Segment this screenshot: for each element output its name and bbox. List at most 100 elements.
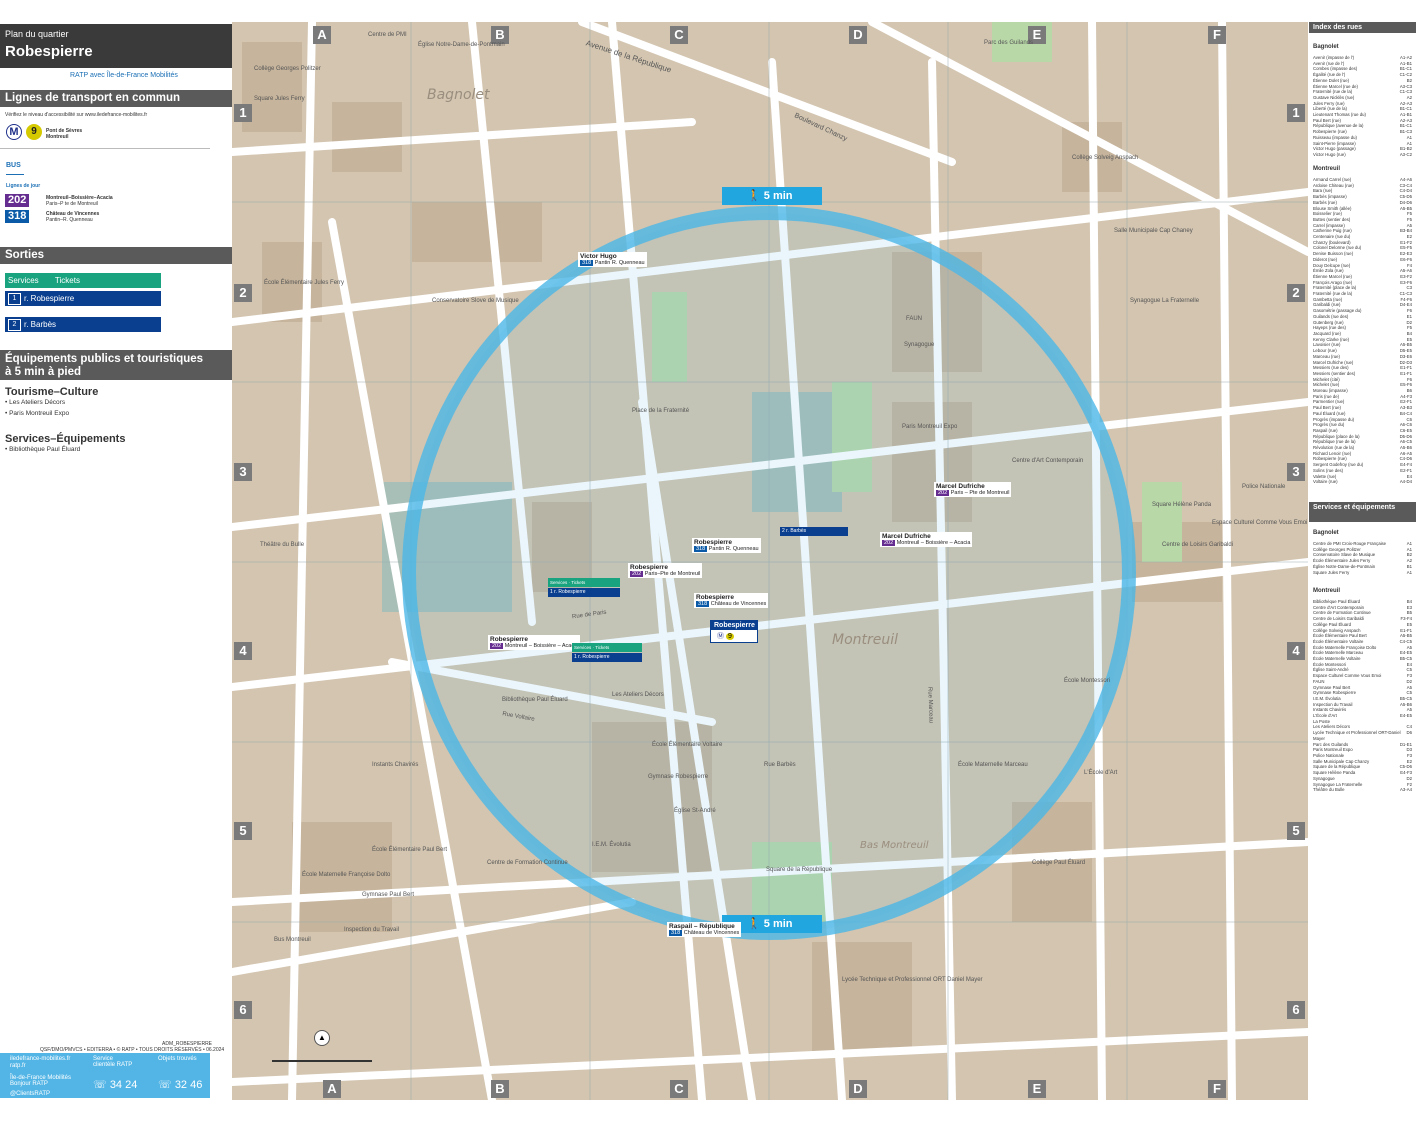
label-parc-guilands: Parc des Guilands	[984, 40, 1034, 46]
label-synagogue-fraternelle: Synagogue La Fraternelle	[1130, 298, 1200, 304]
robespierre-station-box[interactable]: Robespierre Ⓜ 9	[710, 620, 758, 643]
map-exit-2[interactable]: 2 r. Barbès	[780, 527, 848, 536]
index-entry: Théâtre du Bulle A3-A4	[1313, 787, 1412, 793]
tourism-item: • Paris Montreuil Expo	[5, 410, 70, 417]
web-link-2[interactable]: ratp.fr	[10, 1063, 26, 1069]
tickets-label: Tickets	[54, 276, 80, 285]
bus-stop-marcel-dufriche-e[interactable]: Marcel Dufriche 202 Montreuil – Boissière…	[880, 532, 973, 547]
operator-logos: RATP avec Île-de-France Mobilités	[70, 72, 178, 79]
bus-202-badge: 202	[5, 194, 30, 207]
label-ecole-art: L'École d'Art	[1084, 770, 1118, 776]
walk-5min-bottom: 🚶 5 min	[747, 918, 793, 930]
exit-2-number: 2	[8, 318, 21, 331]
bus-stop-raspail-republique[interactable]: Raspail – République 318 Château de Vince…	[667, 922, 742, 937]
label-eglise-notre-dame: Église Notre-Dame-de-Pontmain	[418, 42, 505, 48]
exit-2-label: r. Barbès	[24, 320, 57, 329]
map-exit-1-south[interactable]: 1 r. Robespierre	[572, 653, 642, 662]
grid-row-1: 1	[234, 104, 252, 122]
label-bus-montreuil: Bus Montreuil	[274, 937, 311, 943]
category-tourism: Tourisme–Culture	[5, 386, 99, 398]
bus-318-badge: 318	[5, 210, 30, 223]
index-entry: Voltaire (rue) A4-D4	[1313, 479, 1412, 485]
label-ecole-voltaire: École Élémentaire Voltaire	[652, 742, 723, 748]
metro-map-icon: Ⓜ	[717, 633, 724, 640]
label-square-republique: Square de la République	[766, 867, 833, 873]
bus-stop-robespierre-202-w[interactable]: Robespierre 202 Paris–Pte de Montreuil	[628, 563, 703, 578]
grid-row-1-right: 1	[1287, 104, 1305, 122]
grid-row-2: 2	[234, 284, 252, 302]
north-arrow-icon: ▲	[314, 1030, 330, 1046]
grid-row-5-right: 5	[1287, 822, 1305, 840]
label-centre-art: Centre d'Art Contemporain	[1012, 458, 1084, 464]
label-ecole-jules-ferry: École Élémentaire Jules Ferry	[264, 280, 345, 286]
tourism-item: • Les Ateliers Décors	[5, 399, 66, 406]
label-rue-marceau: Rue Marceau	[926, 686, 934, 724]
label-ecole-montessori: École Montessori	[1064, 678, 1111, 684]
line-9-icon: 9	[26, 124, 42, 140]
grid-row-6-right: 6	[1287, 1001, 1305, 1019]
label-college-paul-eluard: Collège Paul Éluard	[1032, 860, 1086, 866]
index-bagnolet: Bagnolet	[1313, 44, 1339, 50]
index-header: Index des rues	[1309, 22, 1416, 33]
station-title: Robespierre	[5, 43, 93, 60]
info-panel: Plan du quartier Robespierre RATP avec Î…	[0, 0, 232, 1122]
grid-col-f: F	[1208, 26, 1226, 44]
divider	[0, 148, 210, 149]
label-synagogue: Synagogue	[904, 342, 935, 348]
map-exit-1[interactable]: 1 r. Robespierre	[548, 588, 620, 597]
bus-stop-robespierre-318-s[interactable]: Robespierre 318 Château de Vincennes	[694, 593, 769, 608]
label-paris-montreuil-expo: Paris Montreuil Expo	[902, 424, 958, 430]
map-svg	[232, 22, 1308, 1100]
label-lycee-ort: Lycée Technique et Professionnel ORT Dan…	[842, 977, 983, 983]
equipment-section-header: Équipements publics et touristiques à 5 …	[0, 350, 232, 380]
label-square-jules-ferry: Square Jules Ferry	[254, 96, 305, 102]
grid-row-5: 5	[234, 822, 252, 840]
label-ateliers-decors: Les Ateliers Décors	[612, 692, 664, 698]
equipment-title-1: Équipements publics et touristiques	[5, 353, 204, 365]
index-entry: Lycée Technique et Professionnel ORT-Dan…	[1313, 730, 1412, 741]
accessibility-note: Vérifiez le niveau d'accessibilité sur w…	[5, 112, 148, 118]
svc-bagnolet: Bagnolet	[1313, 530, 1339, 536]
bus-stop-robespierre-318-n[interactable]: Robespierre 318 Pantin R. Quenneau	[692, 538, 761, 553]
grid-row-6: 6	[234, 1001, 252, 1019]
grid-col-a: A	[313, 26, 331, 44]
day-lines-label: Lignes de jour	[6, 183, 41, 189]
label-square-helene: Square Hélène Panda	[1152, 502, 1212, 508]
index-entry: Victor Hugo (rue) A3-C2	[1313, 151, 1412, 157]
scale-bar	[272, 1060, 372, 1062]
services-item: • Bibliothèque Paul Éluard	[5, 446, 81, 453]
index-montreuil: Montreuil	[1313, 166, 1340, 172]
grid-col-f-bottom: F	[1208, 1080, 1226, 1098]
montreuil-services-list: Bibliothèque Paul Éluard B4 Centre d'Art C…	[1313, 599, 1412, 793]
bus-stop-victor-hugo[interactable]: Victor Hugo 318 Pantin R. Quenneau	[578, 252, 647, 267]
client-service: Service clientèle RATP	[93, 1056, 133, 1068]
area-bas-montreuil: Bas Montreuil	[860, 840, 929, 851]
bus-stop-robespierre-202-e[interactable]: Robespierre 202 Montreuil – Boissière – A…	[488, 635, 581, 650]
label-ecole-dolto: École Maternelle Françoise Dolto	[302, 872, 391, 878]
bus-stop-marcel-dufriche-w[interactable]: Marcel Dufriche 202 Paris – Pte de Montre…	[934, 482, 1012, 497]
montreuil-street-list: Armand Carrel (rue) A4-A6 Ardoise Chiteau …	[1313, 177, 1412, 485]
phone-client: ☏ 34 24	[93, 1079, 138, 1091]
label-conservatoire: Conservatoire Slove de Musique	[432, 298, 519, 304]
grid-col-b-bottom: B	[491, 1080, 509, 1098]
label-ecole-marceau: École Maternelle Marceau	[958, 762, 1028, 768]
grid-col-c-bottom: C	[670, 1080, 688, 1098]
svc-montreuil: Montreuil	[1313, 588, 1340, 594]
map-exit-services-2: Services · Tickets	[572, 643, 642, 652]
exit-1[interactable]: 1 r. Robespierre	[5, 291, 161, 306]
contact-footer: iledefrance-mobilites.fr ratp.fr Île-de-…	[0, 1053, 210, 1098]
exit-2[interactable]: 2 r. Barbès	[5, 317, 161, 332]
exit-1-number: 1	[8, 292, 21, 305]
transport-section-header: Lignes de transport en commun	[0, 90, 232, 107]
metro-icon: M	[6, 124, 22, 140]
grid-col-e-bottom: E	[1028, 1080, 1046, 1098]
plan-subtitle: Plan du quartier	[5, 29, 69, 39]
grid-row-3-right: 3	[1287, 463, 1305, 481]
web-link-1[interactable]: iledefrance-mobilites.fr	[10, 1056, 70, 1062]
twitter-handle[interactable]: @ClientsRATP	[10, 1091, 50, 1097]
street-index: Index des rues Bagnolet Avenir (impasse …	[1309, 22, 1416, 1100]
grid-col-c: C	[670, 26, 688, 44]
bus-underline	[6, 174, 24, 175]
grid-col-a-bottom: A	[323, 1080, 341, 1098]
neighborhood-map[interactable]: A B C D E F A B C D E F 1 2 3 4 5 6 1 2 …	[232, 22, 1308, 1100]
